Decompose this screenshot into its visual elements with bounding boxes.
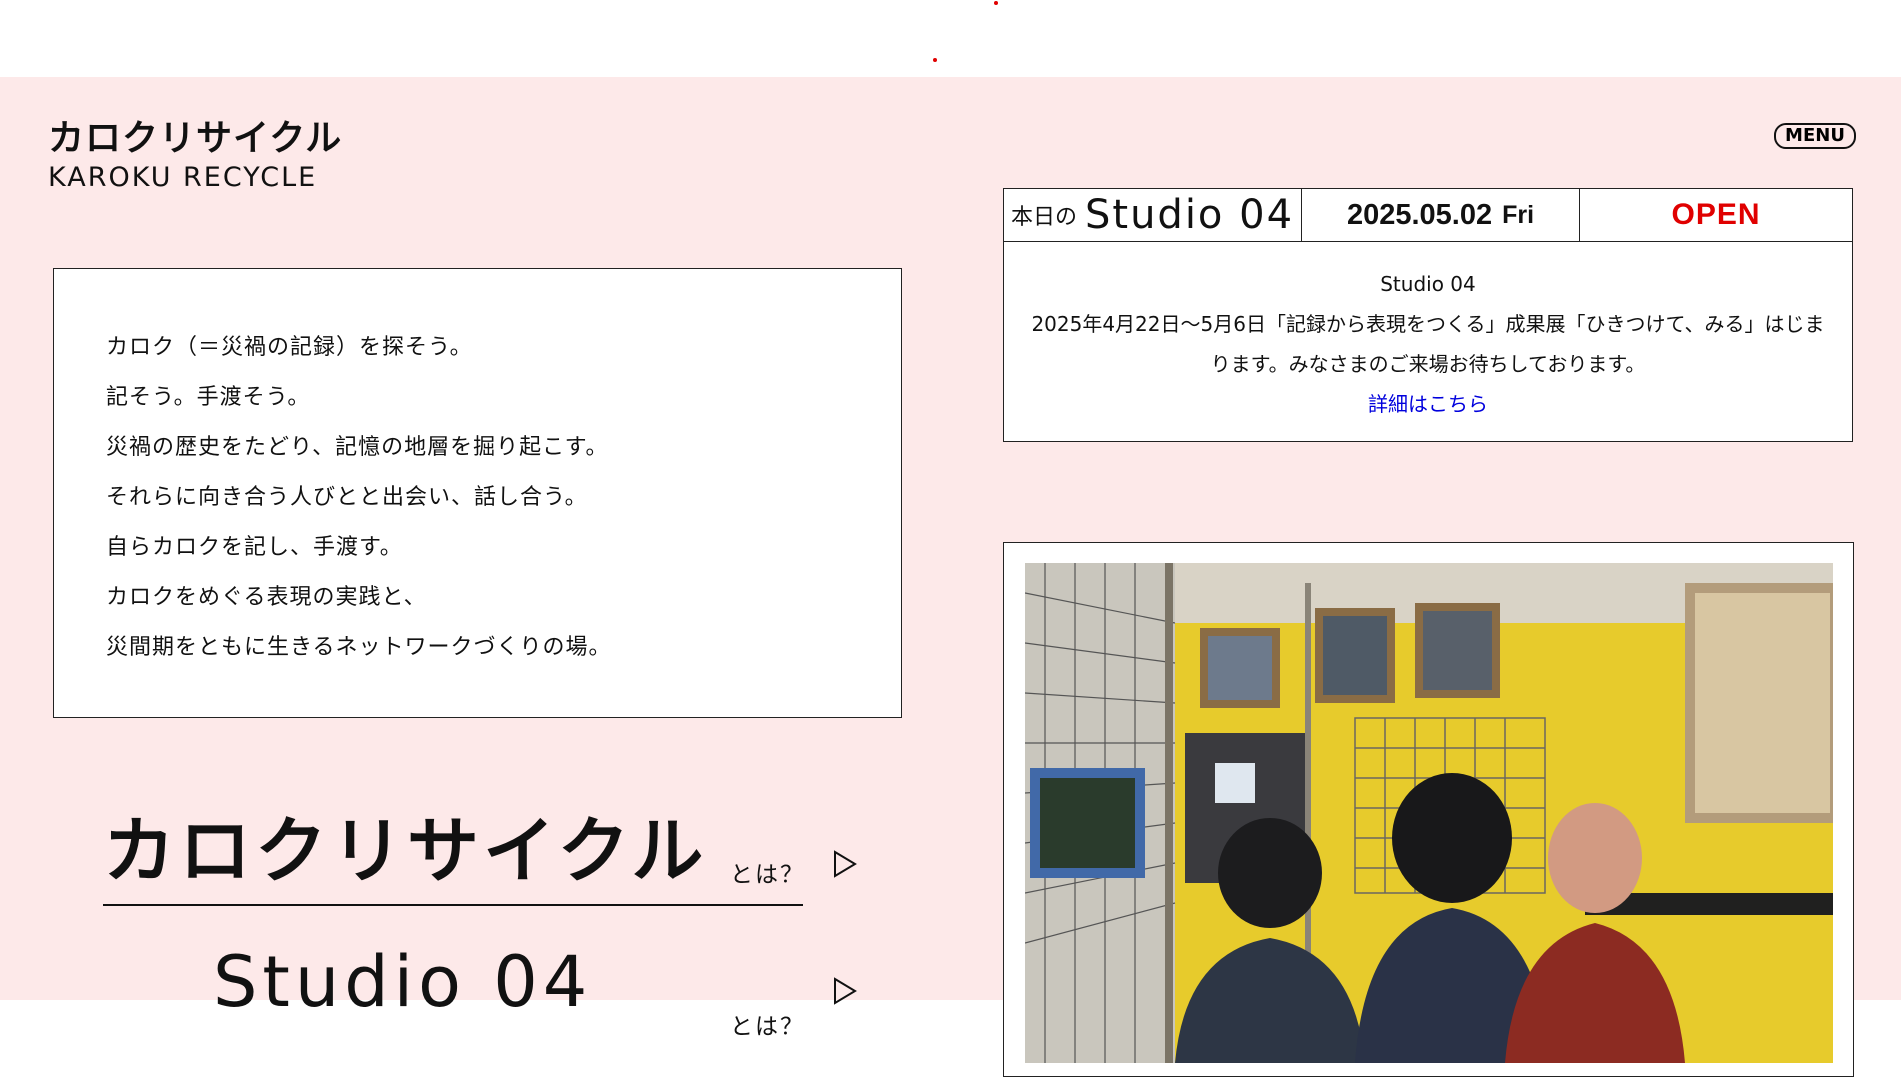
today-status-panel: 本日の Studio 04 2025.05.02 Fri OPEN Studio…: [1003, 188, 1853, 442]
details-link[interactable]: 詳細はこちら: [1368, 392, 1488, 416]
open-status: OPEN: [1671, 198, 1761, 231]
intro-line: 災禍の歴史をたどり、記憶の地層を掘り起こす。: [106, 435, 609, 460]
intro-line: それらに向き合う人びとと出会い、話し合う。: [106, 485, 588, 510]
today-date: 2025.05.02: [1346, 198, 1493, 231]
nav-suffix: とは？: [730, 1014, 805, 1040]
nav-title: カロクリサイクル: [103, 809, 708, 893]
today-notice: Studio 04 2025年4月22日〜5月6日「記録から表現をつくる」成果展…: [1004, 264, 1852, 424]
nav-title: Studio 04: [213, 941, 593, 1023]
top-bar: [0, 0, 1901, 77]
intro-line: 災間期をともに生きるネットワークづくりの場。: [106, 635, 612, 660]
date-cell: 2025.05.02 Fri: [1302, 189, 1580, 241]
today-studio-cell: 本日の Studio 04: [1004, 189, 1302, 241]
decorative-dot: [994, 1, 998, 5]
intro-text: カロク（＝災禍の記録）を探そう。 記そう。手渡そう。 災禍の歴史をたどり、記憶の…: [106, 323, 612, 673]
intro-line: 記そう。手渡そう。: [106, 385, 311, 410]
intro-line: カロク（＝災禍の記録）を探そう。: [106, 335, 473, 360]
logo-japanese: カロクリサイクル: [48, 118, 343, 159]
logo-english: KAROKU RECYCLE: [48, 162, 318, 193]
nav-about-studio-04[interactable]: Studio 04 とは？: [103, 932, 857, 1077]
status-header-row: 本日の Studio 04 2025.05.02 Fri OPEN: [1004, 189, 1852, 242]
intro-line: 自らカロクを記し、手渡す。: [106, 535, 403, 560]
main-section: カロクリサイクル KAROKU RECYCLE MENU カロク（＝災禍の記録）…: [0, 77, 1901, 1077]
notice-text: 2025年4月22日〜5月6日「記録から表現をつくる」成果展「ひきつけて、みる」…: [1031, 312, 1825, 376]
today-studio-name: Studio 04: [1085, 192, 1295, 238]
menu-button[interactable]: MENU: [1774, 123, 1856, 149]
intro-line: カロクをめぐる表現の実践と、: [106, 585, 427, 610]
photo-frame: [1003, 542, 1854, 1077]
today-prefix: 本日の: [1010, 205, 1077, 230]
studio-photo: [1025, 563, 1833, 1063]
nav-divider: [103, 904, 803, 906]
site-logo[interactable]: カロクリサイクル KAROKU RECYCLE: [48, 119, 342, 195]
decorative-dot: [933, 58, 937, 62]
open-status-cell: OPEN: [1580, 189, 1852, 241]
today-weekday: Fri: [1502, 200, 1535, 229]
intro-statement: カロク（＝災禍の記録）を探そう。 記そう。手渡そう。 災禍の歴史をたどり、記憶の…: [53, 268, 902, 718]
nav-suffix: とは？: [730, 862, 805, 888]
notice-title: Studio 04: [1380, 272, 1476, 296]
nav-about-karoku-recycle[interactable]: カロクリサイクル とは？: [103, 807, 857, 897]
